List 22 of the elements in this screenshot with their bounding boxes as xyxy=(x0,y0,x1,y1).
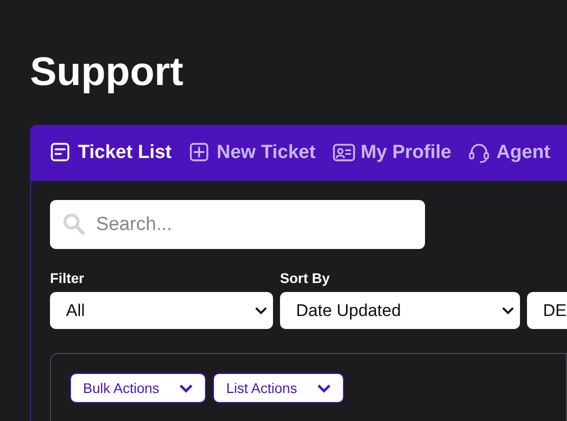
search-icon xyxy=(62,212,86,236)
plus-icon xyxy=(188,142,211,164)
chevron-down-icon xyxy=(317,384,332,392)
chevron-down-icon xyxy=(502,306,514,314)
dropdown[interactable]: Date Updated xyxy=(280,292,520,329)
field-label: Sort By xyxy=(280,269,331,288)
dropdown[interactable]: All xyxy=(50,292,273,329)
list-icon xyxy=(50,142,72,164)
tab[interactable]: Agent xyxy=(468,138,550,168)
chevron-down-icon xyxy=(179,384,194,392)
id-card-icon xyxy=(332,142,355,164)
field-label: Filter xyxy=(50,269,86,288)
chevron-down-icon xyxy=(255,306,267,314)
dropdown-button[interactable]: List Actions xyxy=(213,373,344,403)
headset-icon xyxy=(468,142,490,164)
search-field[interactable]: Search... xyxy=(50,200,425,249)
dropdown[interactable]: DE xyxy=(527,292,567,329)
page-title: Support xyxy=(30,49,184,96)
tab[interactable]: New Ticket xyxy=(188,138,316,168)
tab[interactable]: My Profile xyxy=(332,138,452,168)
dropdown-button[interactable]: Bulk Actions xyxy=(70,373,206,403)
tab[interactable]: Ticket List xyxy=(50,138,172,168)
